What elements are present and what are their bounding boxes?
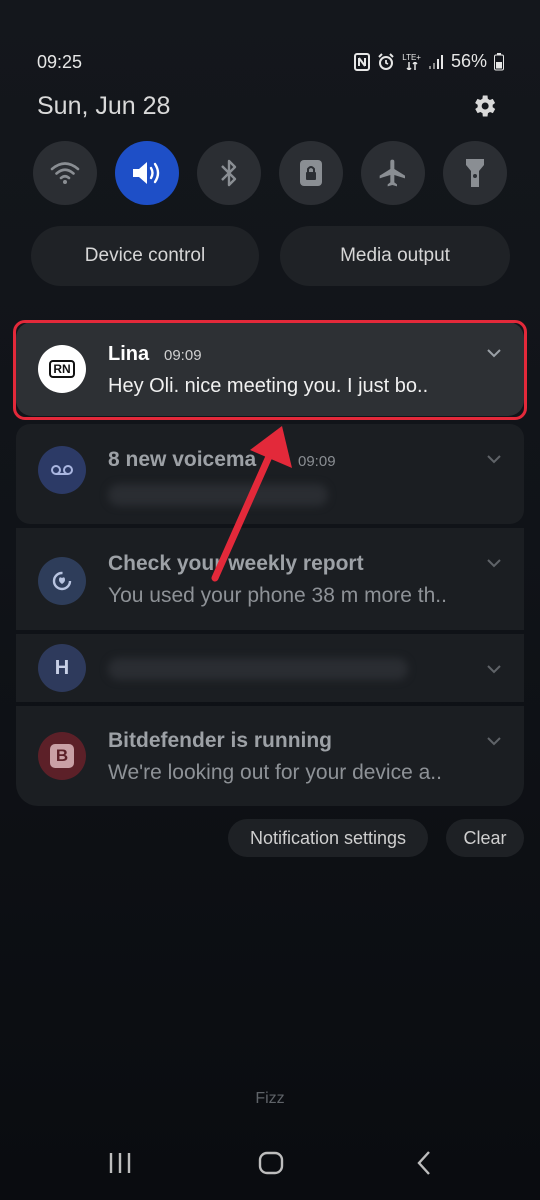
recents-icon bbox=[109, 1153, 131, 1173]
back-button[interactable] bbox=[404, 1148, 444, 1178]
notification-settings-label: Notification settings bbox=[249, 827, 407, 848]
carrier-label: Fizz bbox=[255, 1090, 285, 1107]
clear-label: Clear bbox=[463, 827, 507, 848]
recents-button[interactable] bbox=[100, 1148, 140, 1178]
home-icon bbox=[258, 1151, 284, 1175]
notification-shade: 09:25 LTE+ 56% Sun, Jun 28 Device contro… bbox=[0, 0, 540, 1200]
clear-button[interactable]: Clear bbox=[446, 819, 524, 857]
annotation-arrow bbox=[211, 426, 292, 582]
notification-settings-button[interactable]: Notification settings bbox=[228, 819, 428, 857]
home-button[interactable] bbox=[251, 1148, 291, 1178]
navigation-bar bbox=[0, 1138, 540, 1188]
back-icon bbox=[417, 1151, 430, 1175]
